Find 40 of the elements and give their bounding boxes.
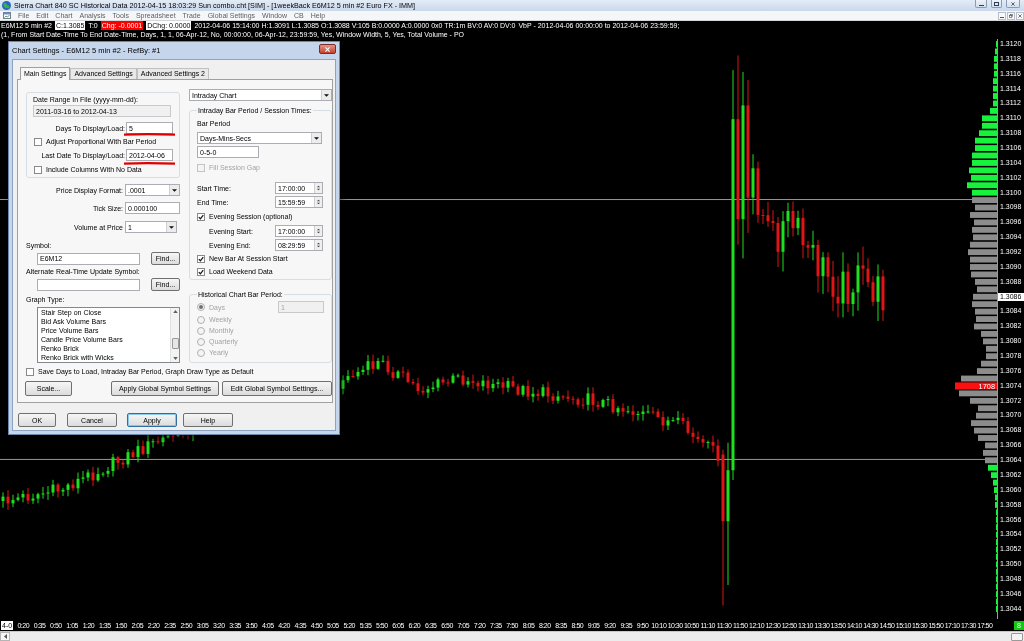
restore-icon (1009, 13, 1013, 18)
dropdown-arrow-icon[interactable] (166, 222, 176, 232)
spin-arrows-icon[interactable] (314, 226, 322, 236)
minimize-icon (1000, 16, 1004, 18)
dropdown-arrow-icon[interactable] (311, 133, 321, 143)
scroll-down-icon[interactable] (172, 357, 178, 360)
spin-arrows-icon[interactable] (314, 183, 322, 193)
maximize-icon (994, 1, 999, 6)
checkbox[interactable] (34, 165, 42, 174)
checkbox[interactable] (34, 137, 42, 146)
horizontal-scrollbar[interactable] (0, 631, 1024, 641)
scroll-thumb[interactable] (171, 338, 179, 349)
minimize-icon (978, 4, 984, 6)
globe-icon (2, 1, 11, 10)
minimize-button[interactable] (998, 11, 1006, 20)
minimize-button[interactable] (975, 0, 987, 8)
checkbox[interactable] (197, 254, 205, 263)
scrollbar[interactable] (170, 308, 179, 362)
close-button[interactable] (1016, 11, 1024, 20)
checkbox[interactable] (197, 267, 205, 276)
close-button[interactable] (319, 44, 336, 54)
checkbox[interactable] (197, 212, 205, 221)
check-icon (198, 213, 204, 220)
close-icon (1011, 1, 1015, 6)
spin-arrows-icon[interactable] (314, 240, 322, 250)
dropdown-arrow-icon[interactable] (169, 185, 179, 195)
restore-button[interactable] (1007, 11, 1015, 20)
checkbox[interactable] (26, 367, 34, 376)
dropdown-arrow-icon[interactable] (321, 90, 331, 100)
spin-arrows-icon[interactable] (314, 197, 322, 207)
close-icon (1018, 13, 1022, 18)
left-arrow-icon (3, 634, 7, 639)
scroll-up-icon[interactable] (172, 310, 178, 313)
alternate-symbol-field[interactable] (37, 278, 140, 291)
scroll-left-button[interactable] (0, 632, 10, 641)
scroll-thumb[interactable] (1011, 632, 1023, 641)
close-icon (325, 46, 330, 52)
close-button[interactable] (1006, 0, 1020, 8)
maximize-button[interactable] (991, 0, 1002, 8)
poc-bar (955, 382, 997, 390)
